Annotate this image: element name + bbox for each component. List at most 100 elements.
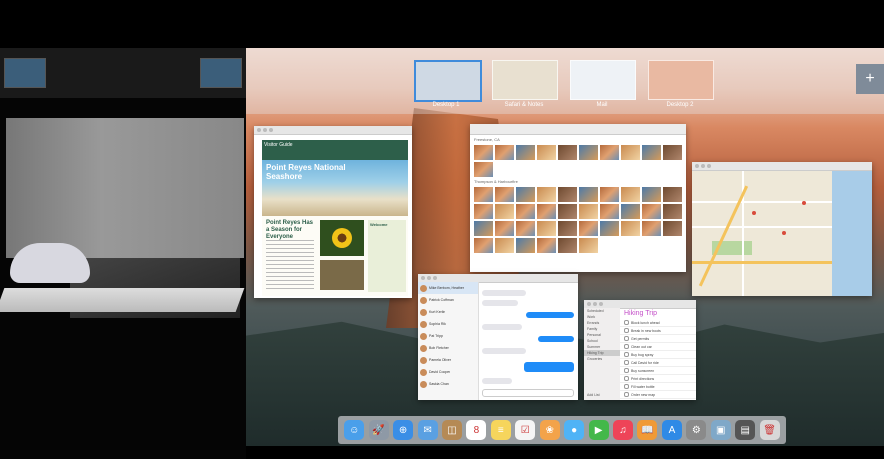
- add-list-button[interactable]: Add List: [584, 392, 603, 398]
- finder-icon[interactable]: ☺: [344, 420, 365, 440]
- reminder-item[interactable]: Clean out car: [620, 343, 696, 351]
- photo-thumbnail[interactable]: [474, 221, 493, 236]
- space-desktop-2[interactable]: [648, 60, 714, 100]
- map-pin-icon[interactable]: [782, 231, 786, 235]
- conversation-item[interactable]: Sophia Rik: [418, 318, 478, 330]
- photo-thumbnail[interactable]: [474, 204, 493, 219]
- map-pin-icon[interactable]: [802, 201, 806, 205]
- reminders-icon[interactable]: ☑: [515, 420, 536, 440]
- photo-thumbnail[interactable]: [495, 187, 514, 202]
- calendar-icon[interactable]: 8: [466, 420, 487, 440]
- space-mail[interactable]: [570, 60, 636, 100]
- reminder-item[interactable]: Order new map: [620, 391, 696, 399]
- photo-thumbnail[interactable]: [474, 238, 493, 253]
- mail-icon[interactable]: ✉: [417, 420, 438, 440]
- photo-thumbnail[interactable]: [474, 145, 493, 160]
- app-store-icon[interactable]: A: [661, 420, 682, 440]
- photo-thumbnail[interactable]: [474, 187, 493, 202]
- photo-thumbnail[interactable]: [537, 221, 556, 236]
- reminders-window[interactable]: Scheduled Work Errands Family Personal S…: [584, 300, 696, 400]
- photo-thumbnail[interactable]: [537, 238, 556, 253]
- preview-window[interactable]: Visitor Guide Point Reyes National Seash…: [254, 126, 412, 298]
- photo-thumbnail[interactable]: [663, 221, 682, 236]
- space-desktop-1[interactable]: [414, 60, 482, 102]
- photo-thumbnail[interactable]: [621, 187, 640, 202]
- space-safari-notes[interactable]: [492, 60, 558, 100]
- system-preferences-icon[interactable]: ⚙: [686, 420, 707, 440]
- photo-thumbnail[interactable]: [579, 145, 598, 160]
- photo-thumbnail[interactable]: [558, 238, 577, 253]
- add-space-button[interactable]: +: [856, 64, 884, 94]
- photo-thumbnail[interactable]: [642, 221, 661, 236]
- map-view[interactable]: [692, 171, 872, 296]
- photo-thumbnail[interactable]: [495, 221, 514, 236]
- conversation-item[interactable]: Bob Fletcher: [418, 342, 478, 354]
- photo-thumbnail[interactable]: [495, 145, 514, 160]
- photo-thumbnail[interactable]: [495, 238, 514, 253]
- photo-thumbnail[interactable]: [600, 145, 619, 160]
- music-icon[interactable]: ♫: [613, 420, 634, 440]
- photo-thumbnail[interactable]: [642, 145, 661, 160]
- photo-thumbnail[interactable]: [537, 187, 556, 202]
- ibooks-icon[interactable]: 📖: [637, 420, 658, 440]
- photo-thumbnail[interactable]: [621, 145, 640, 160]
- photo-thumbnail[interactable]: [642, 204, 661, 219]
- photo-thumbnail[interactable]: [663, 204, 682, 219]
- photo-thumbnail[interactable]: [642, 187, 661, 202]
- photo-thumbnail[interactable]: [579, 238, 598, 253]
- conversation-item[interactable]: Mike Berbom, Heather: [418, 282, 478, 294]
- photo-thumbnail[interactable]: [621, 204, 640, 219]
- conversation-item[interactable]: Saskia Chan: [418, 378, 478, 390]
- photo-thumbnail[interactable]: [579, 221, 598, 236]
- conversation-item[interactable]: Pamela Oliver: [418, 354, 478, 366]
- photo-thumbnail[interactable]: [600, 187, 619, 202]
- facetime-icon[interactable]: ▶: [588, 420, 609, 440]
- photo-thumbnail[interactable]: [600, 204, 619, 219]
- messages-window[interactable]: Mike Berbom, Heather Patrick Coffman Kur…: [418, 274, 578, 400]
- notes-icon[interactable]: ≡: [490, 420, 511, 440]
- photo-thumbnail[interactable]: [558, 204, 577, 219]
- photo-thumbnail[interactable]: [579, 204, 598, 219]
- photo-thumbnail[interactable]: [516, 238, 535, 253]
- photo-thumbnail[interactable]: [516, 221, 535, 236]
- photos-app-icon[interactable]: ❀: [539, 420, 560, 440]
- conversation-item[interactable]: Patrick Coffman: [418, 294, 478, 306]
- maps-window[interactable]: [692, 162, 872, 296]
- reminder-item[interactable]: Print directions: [620, 375, 696, 383]
- downloads-stack-icon[interactable]: ▤: [735, 420, 756, 440]
- message-input[interactable]: [482, 389, 574, 397]
- launchpad-icon[interactable]: 🚀: [368, 420, 389, 440]
- conversation-item[interactable]: Kurt Kerlin: [418, 306, 478, 318]
- map-pin-icon[interactable]: [752, 211, 756, 215]
- photo-thumbnail[interactable]: [663, 145, 682, 160]
- messages-icon[interactable]: ●: [564, 420, 585, 440]
- photo-thumbnail[interactable]: [516, 145, 535, 160]
- reminder-item[interactable]: Call David for ride: [620, 359, 696, 367]
- conversation-item[interactable]: David Cooper: [418, 366, 478, 378]
- photo-thumbnail[interactable]: [495, 204, 514, 219]
- contacts-icon[interactable]: ◫: [441, 420, 462, 440]
- photo-thumbnail[interactable]: [558, 187, 577, 202]
- photo-thumbnail[interactable]: [600, 221, 619, 236]
- safari-icon[interactable]: ⊕: [393, 420, 414, 440]
- photo-thumbnail[interactable]: [558, 221, 577, 236]
- reminder-item[interactable]: Break in new boots: [620, 327, 696, 335]
- photo-thumbnail[interactable]: [537, 145, 556, 160]
- reminder-item[interactable]: Buy bug spray: [620, 351, 696, 359]
- photo-thumbnail[interactable]: [558, 145, 577, 160]
- photo-thumbnail[interactable]: [537, 204, 556, 219]
- reminder-item[interactable]: Get permits: [620, 335, 696, 343]
- reminder-list-item[interactable]: Groceries: [584, 356, 620, 362]
- reminder-item[interactable]: Block lunch ahead: [620, 319, 696, 327]
- photo-thumbnail[interactable]: [474, 162, 493, 177]
- photos-window[interactable]: Freestone, CA Thompson & Harbourfire: [470, 124, 686, 272]
- photo-thumbnail[interactable]: [516, 187, 535, 202]
- trash-icon[interactable]: 🗑: [759, 420, 780, 440]
- reminder-item[interactable]: Fill water bottle: [620, 383, 696, 391]
- photo-thumbnail[interactable]: [663, 187, 682, 202]
- photo-thumbnail[interactable]: [579, 187, 598, 202]
- photo-thumbnail[interactable]: [516, 204, 535, 219]
- photo-thumbnail[interactable]: [621, 221, 640, 236]
- preview-icon[interactable]: ▣: [710, 420, 731, 440]
- conversation-item[interactable]: Pat Tripp: [418, 330, 478, 342]
